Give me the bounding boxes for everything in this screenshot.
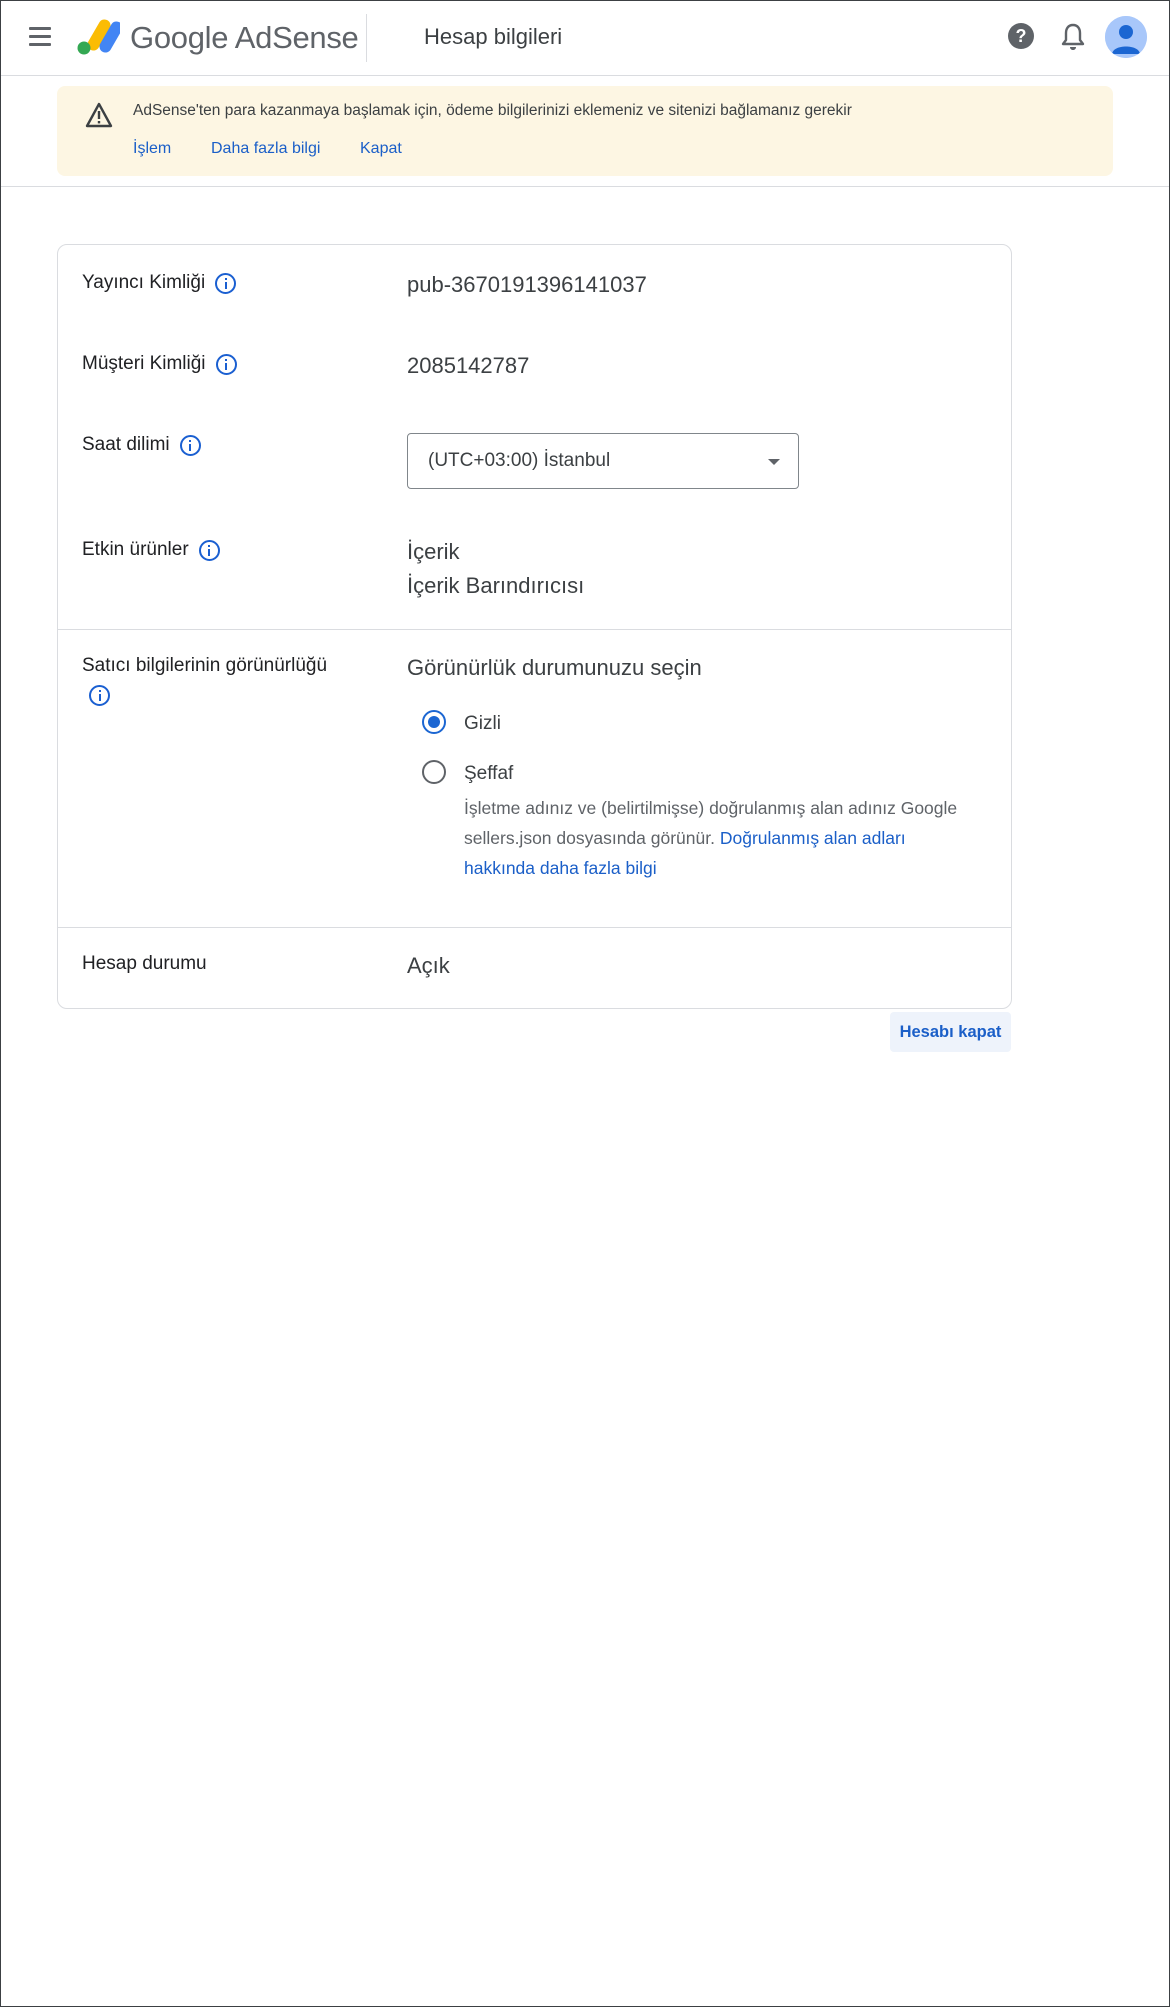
help-icon[interactable]: ? <box>1008 23 1034 49</box>
page-title: Hesap bilgileri <box>424 24 563 49</box>
transparent-description: İşletme adınız ve (belirtilmişse) doğrul… <box>464 793 964 883</box>
radio-hidden[interactable] <box>422 710 446 734</box>
header-divider <box>366 14 367 62</box>
bell-icon[interactable] <box>1059 22 1087 52</box>
publisher-id-label-text: Yayıncı Kimliği <box>82 272 206 293</box>
alert-action-link[interactable]: İşlem <box>133 140 171 158</box>
info-icon[interactable] <box>89 685 110 706</box>
account-status-label: Hesap durumu <box>82 953 207 974</box>
product-item: İçerik <box>407 539 460 564</box>
caret-down-icon <box>768 459 780 465</box>
close-account-button[interactable]: Hesabı kapat <box>890 1012 1011 1052</box>
adsense-logo-icon <box>77 19 120 55</box>
timezone-label-text: Saat dilimi <box>82 434 170 455</box>
alert-dismiss-link[interactable]: Kapat <box>360 140 402 158</box>
publisher-id-label: Yayıncı Kimliği <box>82 272 237 294</box>
alert-learn-more-link[interactable]: Daha fazla bilgi <box>211 140 320 158</box>
account-status-value: Açık <box>407 953 450 978</box>
timezone-select[interactable]: (UTC+03:00) İstanbul <box>407 433 799 489</box>
warning-icon <box>85 102 113 128</box>
info-icon[interactable] <box>179 434 201 456</box>
visibility-prompt: Görünürlük durumunuzu seçin <box>407 655 702 680</box>
customer-id-label-text: Müşteri Kimliği <box>82 353 206 374</box>
alert-message: AdSense'ten para kazanmaya başlamak için… <box>133 102 852 119</box>
publisher-id-value: pub-3670191396141037 <box>407 272 647 297</box>
brand-name: Google AdSense <box>130 20 359 55</box>
product-item: İçerik Barındırıcısı <box>407 573 585 598</box>
active-products-label-text: Etkin ürünler <box>82 539 189 560</box>
avatar-icon[interactable] <box>1105 16 1147 58</box>
customer-id-value: 2085142787 <box>407 353 530 378</box>
radio-hidden-label[interactable]: Gizli <box>464 713 501 735</box>
alert-banner: AdSense'ten para kazanmaya başlamak için… <box>57 86 1113 176</box>
timezone-selected-value: (UTC+03:00) İstanbul <box>428 450 611 471</box>
seller-visibility-label: Satıcı bilgilerinin görünürlüğü <box>82 655 328 676</box>
info-icon[interactable] <box>215 272 237 294</box>
radio-transparent[interactable] <box>422 760 446 784</box>
info-icon[interactable] <box>198 539 220 561</box>
active-products-label: Etkin ürünler <box>82 539 220 561</box>
banner-divider <box>0 186 1170 187</box>
card-divider <box>58 927 1011 928</box>
info-icon[interactable] <box>215 353 237 375</box>
card-divider <box>58 629 1011 630</box>
account-info-card: Yayıncı Kimliği pub-3670191396141037 Müş… <box>57 244 1012 1009</box>
radio-transparent-label[interactable]: Şeffaf <box>464 763 513 785</box>
customer-id-label: Müşteri Kimliği <box>82 353 237 375</box>
menu-icon[interactable] <box>24 20 56 52</box>
top-app-bar: Google AdSense Hesap bilgileri ? <box>0 0 1170 76</box>
timezone-label: Saat dilimi <box>82 434 201 456</box>
